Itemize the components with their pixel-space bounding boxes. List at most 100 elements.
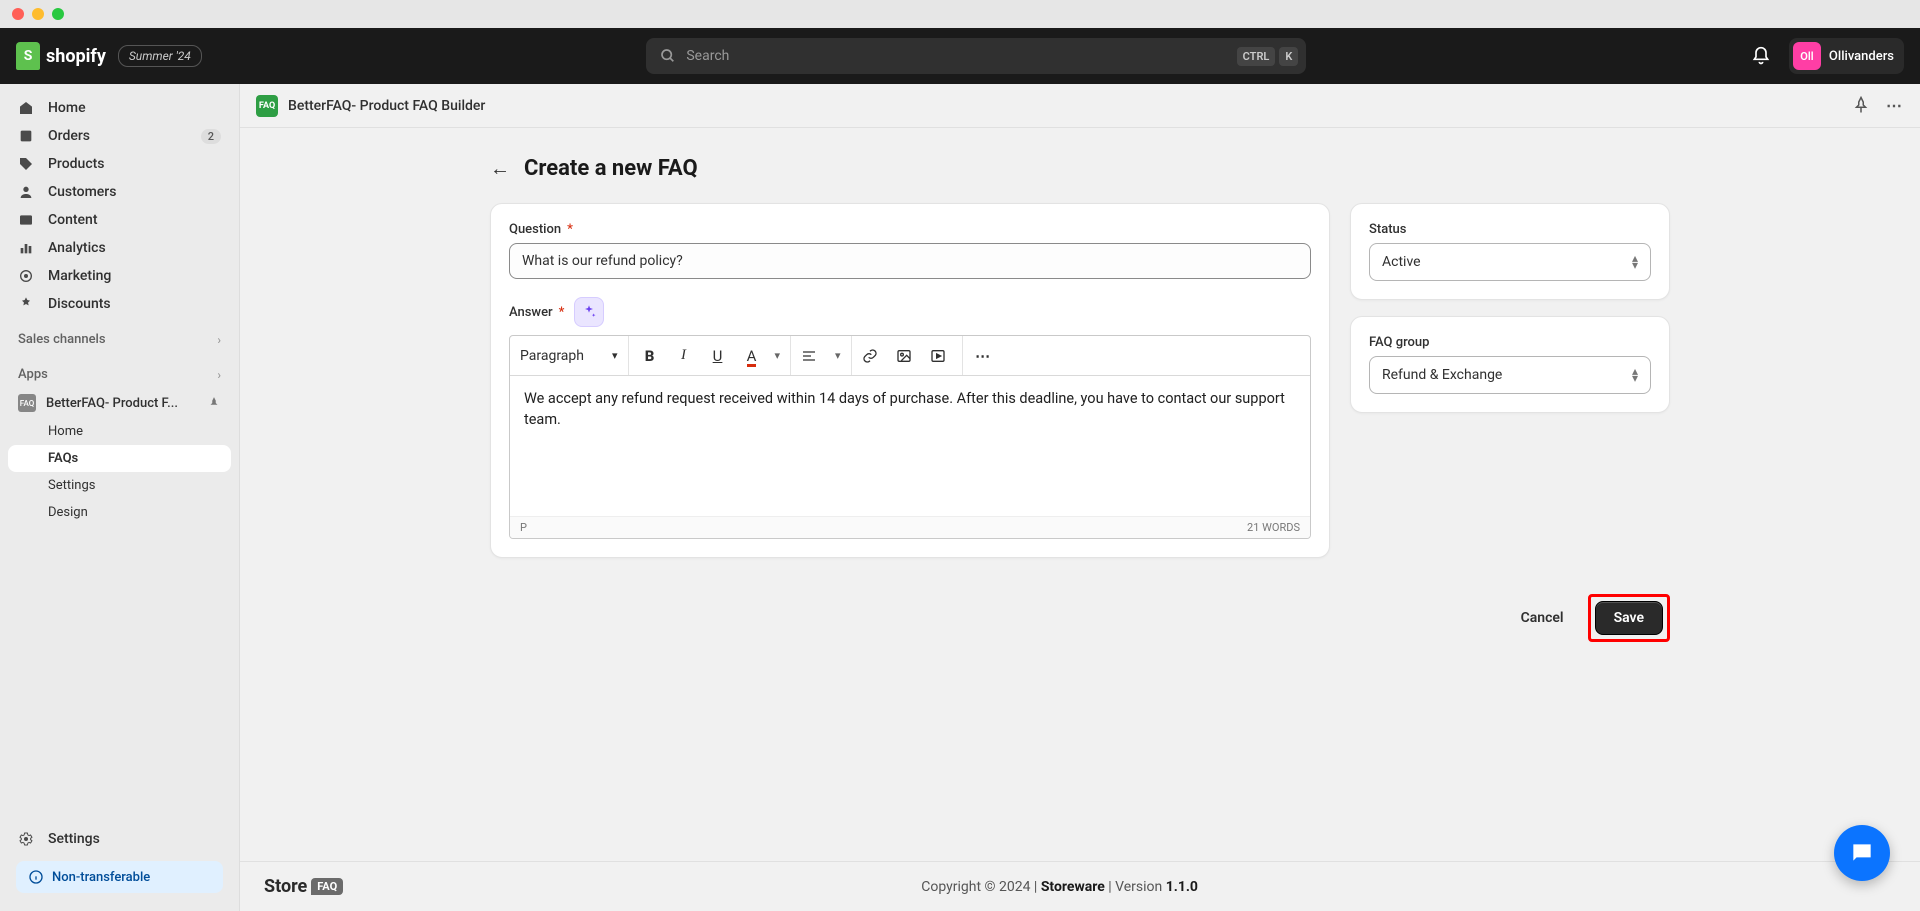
logo-area: S shopify Summer '24 — [16, 42, 202, 70]
discounts-icon — [18, 296, 36, 312]
app-sub-faqs[interactable]: FAQs — [8, 445, 231, 472]
kbd-k: K — [1279, 47, 1298, 66]
app-sub-home[interactable]: Home — [8, 418, 231, 445]
italic-button[interactable]: I — [673, 347, 695, 364]
chevron-down-icon: ▾ — [612, 349, 618, 362]
sales-channels-label[interactable]: Sales channels › — [8, 318, 231, 353]
save-button[interactable]: Save — [1595, 601, 1663, 635]
info-icon — [28, 869, 44, 885]
bold-button[interactable]: B — [639, 347, 661, 365]
underline-button[interactable]: U — [707, 347, 729, 365]
more-icon[interactable]: ⋯ — [1886, 96, 1904, 115]
save-highlight-box: Save — [1588, 594, 1670, 642]
question-input[interactable] — [509, 243, 1311, 279]
gear-icon — [18, 831, 36, 847]
select-arrows-icon: ▴▾ — [1632, 368, 1638, 382]
non-transferable-label: Non-transferable — [52, 870, 150, 885]
shopify-bag-icon: S — [16, 42, 40, 70]
text-color-button[interactable]: A — [741, 347, 763, 365]
status-select[interactable]: Active ▴▾ — [1369, 243, 1651, 281]
status-value: Active — [1382, 254, 1421, 270]
footer-copyright: Copyright © 2024 | Storeware | Version 1… — [343, 879, 1776, 895]
nav-orders[interactable]: Orders 2 — [8, 122, 231, 150]
chevron-right-icon: › — [217, 368, 221, 382]
storefaq-logo: Store FAQ — [264, 876, 343, 897]
status-card: Status Active ▴▾ — [1350, 203, 1670, 300]
chevron-down-icon[interactable]: ▾ — [775, 349, 781, 362]
editor-toolbar: Paragraph ▾ B I U A ▾ — [510, 336, 1310, 376]
cancel-button[interactable]: Cancel — [1509, 602, 1576, 634]
paragraph-dropdown[interactable]: Paragraph ▾ — [520, 348, 618, 364]
video-button[interactable] — [930, 348, 952, 364]
avatar: Oll — [1793, 42, 1821, 70]
nav-products[interactable]: Products — [8, 150, 231, 178]
app-sub-settings[interactable]: Settings — [8, 472, 231, 499]
sidebar: Home Orders 2 Products Customers Conte — [0, 84, 240, 911]
nav-customers-label: Customers — [48, 184, 116, 200]
nav-home[interactable]: Home — [8, 94, 231, 122]
kbd-ctrl: CTRL — [1237, 47, 1276, 66]
nav-products-label: Products — [48, 156, 105, 172]
answer-label: Answer* — [509, 305, 564, 320]
search-shortcut: CTRL K — [1237, 47, 1299, 66]
global-search[interactable]: Search CTRL K — [646, 38, 1306, 74]
marketing-icon — [18, 268, 36, 284]
orders-icon — [18, 128, 36, 144]
form-actions: Cancel Save — [490, 594, 1670, 642]
user-menu[interactable]: Oll Ollivanders — [1789, 38, 1904, 74]
window-minimize-button[interactable] — [32, 8, 44, 20]
app-name-label: BetterFAQ- Product F... — [46, 396, 178, 411]
chevron-right-icon: › — [217, 333, 221, 347]
app-sub-design[interactable]: Design — [8, 499, 231, 526]
nav-marketing-label: Marketing — [48, 268, 111, 284]
shopify-wordmark: shopify — [46, 46, 106, 67]
app-header: FAQ BetterFAQ- Product FAQ Builder ⋯ — [240, 84, 1920, 128]
rich-text-editor: Paragraph ▾ B I U A ▾ — [509, 335, 1311, 539]
word-count: 21 WORDS — [1247, 521, 1300, 534]
window-chrome — [0, 0, 1920, 28]
customers-icon — [18, 184, 36, 200]
link-button[interactable] — [862, 348, 884, 364]
shopify-logo[interactable]: S shopify — [16, 42, 106, 70]
notifications-icon[interactable] — [1751, 46, 1771, 66]
page-title: Create a new FAQ — [524, 156, 698, 181]
analytics-icon — [18, 240, 36, 256]
nav-settings-label: Settings — [48, 831, 100, 847]
more-toolbar-button[interactable]: ⋯ — [973, 347, 995, 365]
apps-label[interactable]: Apps › — [8, 353, 231, 388]
question-card: Question* Answer* — [490, 203, 1330, 558]
home-icon — [18, 100, 36, 116]
select-arrows-icon: ▴▾ — [1632, 255, 1638, 269]
chevron-down-icon[interactable]: ▾ — [835, 349, 841, 362]
pin-icon[interactable] — [207, 396, 221, 410]
nav-marketing[interactable]: Marketing — [8, 262, 231, 290]
nav-home-label: Home — [48, 100, 86, 116]
pin-header-icon[interactable] — [1852, 96, 1870, 115]
nav-content[interactable]: Content — [8, 206, 231, 234]
back-arrow-icon[interactable]: ← — [490, 156, 510, 181]
content-icon — [18, 212, 36, 228]
orders-badge: 2 — [201, 129, 221, 144]
window-zoom-button[interactable] — [52, 8, 64, 20]
status-label: Status — [1369, 222, 1651, 237]
image-button[interactable] — [896, 348, 918, 364]
app-betterfaq[interactable]: FAQ BetterFAQ- Product F... — [8, 388, 231, 418]
nav-settings[interactable]: Settings — [8, 825, 231, 853]
align-button[interactable] — [801, 348, 823, 364]
page: ← Create a new FAQ Question* Answer* — [240, 128, 1920, 861]
faq-group-select[interactable]: Refund & Exchange ▴▾ — [1369, 356, 1651, 394]
chat-fab[interactable] — [1834, 825, 1890, 881]
editor-body[interactable]: We accept any refund request received wi… — [510, 376, 1310, 516]
app-header-icon: FAQ — [256, 95, 278, 117]
faq-group-label: FAQ group — [1369, 335, 1651, 350]
window-close-button[interactable] — [12, 8, 24, 20]
nav-customers[interactable]: Customers — [8, 178, 231, 206]
app-footer: Store FAQ Copyright © 2024 | Storeware |… — [240, 861, 1920, 911]
nav-discounts[interactable]: Discounts — [8, 290, 231, 318]
top-bar-right: Oll Ollivanders — [1751, 38, 1904, 74]
top-bar: S shopify Summer '24 Search CTRL K Oll O… — [0, 28, 1920, 84]
nav-analytics[interactable]: Analytics — [8, 234, 231, 262]
non-transferable-banner[interactable]: Non-transferable — [16, 861, 223, 893]
faq-group-value: Refund & Exchange — [1382, 367, 1502, 383]
ai-generate-button[interactable] — [574, 297, 604, 327]
